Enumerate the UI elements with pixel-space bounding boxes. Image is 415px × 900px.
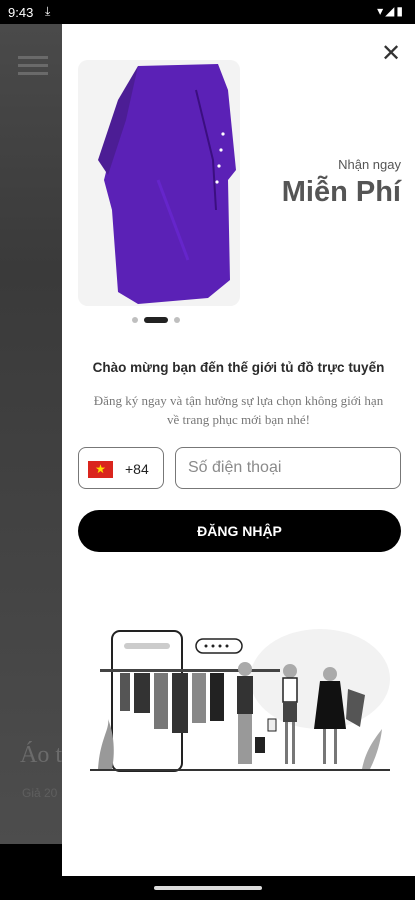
background-product-title: Áo t xyxy=(20,742,62,768)
country-code: +84 xyxy=(125,461,149,477)
product-image xyxy=(78,60,240,306)
menu-icon xyxy=(18,56,48,80)
status-bar: 9:43 ⤓ ▾◢▮ xyxy=(0,0,415,24)
shopping-illustration xyxy=(90,619,390,779)
wifi-icon: ▾ xyxy=(377,4,386,18)
carousel-dot[interactable] xyxy=(174,317,180,323)
background-product-price: Giả 20 xyxy=(22,786,58,800)
purple-blouse-image xyxy=(78,60,240,306)
close-icon[interactable]: ✕ xyxy=(379,42,403,66)
country-code-selector[interactable]: +84 xyxy=(78,447,164,489)
signal-icon: ◢ xyxy=(385,4,397,18)
carousel-dot[interactable] xyxy=(132,317,138,323)
promo-caption: Nhận ngay xyxy=(338,157,401,172)
promo-title: Miễn Phí xyxy=(281,176,401,208)
vietnam-flag-icon xyxy=(88,461,113,478)
phone-number-input[interactable] xyxy=(175,447,401,489)
navigation-bar xyxy=(0,876,415,900)
background-page: Áo t Giả 20 xyxy=(0,24,70,844)
home-gesture-handle[interactable] xyxy=(154,886,262,890)
battery-icon: ▮ xyxy=(396,4,405,18)
login-button[interactable]: ĐĂNG NHẬP xyxy=(78,510,401,552)
status-time: 9:43 xyxy=(8,5,34,20)
welcome-description: Đăng ký ngay và tận hưởng sự lựa chọn kh… xyxy=(93,393,384,427)
signup-modal: ✕ Nhận ngay Miễn Phí Chào mừng bạn đến t… xyxy=(62,24,415,876)
download-icon: ⤓ xyxy=(45,4,51,18)
carousel-dot-active[interactable] xyxy=(144,317,168,323)
welcome-heading: Chào mừng bạn đến thế giới tủ đồ trực tu… xyxy=(92,360,385,375)
carousel-indicator xyxy=(132,317,180,323)
status-icons: ▾◢▮ xyxy=(377,4,405,18)
